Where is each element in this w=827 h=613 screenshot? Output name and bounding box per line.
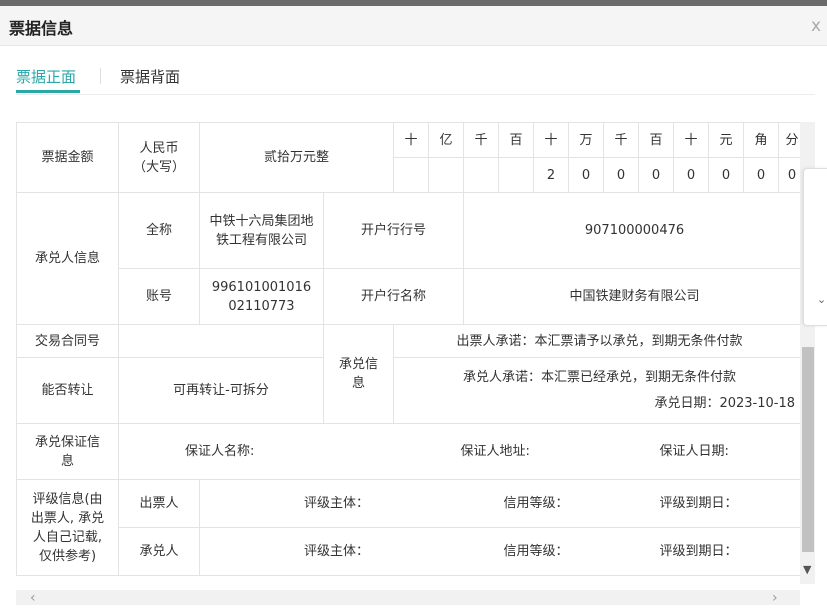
unit-cell: 角 bbox=[743, 122, 780, 158]
credit-level: 信用等级： bbox=[393, 527, 604, 576]
bank-number-label: 开户行行号 bbox=[322, 192, 465, 269]
rating-subject: 评级主体： bbox=[198, 527, 394, 576]
contract-label: 交易合同号 bbox=[16, 324, 119, 358]
acceptor-fullname: 中铁十六局集团地铁工程有限公司 bbox=[199, 192, 324, 269]
acceptor-promise: 承兑人承诺：本汇票已经承兑，到期无条件付款 bbox=[463, 369, 737, 385]
digit-cell: 0 bbox=[778, 157, 800, 193]
horizontal-scrollbar[interactable]: ‹ › bbox=[16, 590, 800, 606]
digit-cell: 2 bbox=[533, 157, 570, 193]
transfer-value: 可再转让-可拆分 bbox=[118, 357, 324, 424]
unit-cell: 元 bbox=[708, 122, 745, 158]
bank-name: 中国铁建财务有限公司 bbox=[463, 268, 800, 325]
tab-bill-back[interactable]: 票据背面 bbox=[120, 66, 180, 87]
unit-cell: 亿 bbox=[428, 122, 465, 158]
amount-label: 票据金额 bbox=[16, 122, 119, 193]
bank-name-label: 开户行名称 bbox=[322, 268, 465, 325]
guarantee-label: 承兑保证信息 bbox=[16, 423, 119, 480]
account-label: 账号 bbox=[118, 268, 200, 325]
chevron-down-icon[interactable]: ⌄ bbox=[817, 293, 826, 306]
unit-cell: 十 bbox=[533, 122, 570, 158]
unit-cell: 千 bbox=[463, 122, 500, 158]
scrollbar-thumb[interactable] bbox=[802, 347, 814, 552]
digit-cell: 0 bbox=[568, 157, 605, 193]
digit-cell: 0 bbox=[603, 157, 640, 193]
scroll-right-arrow-icon[interactable]: › bbox=[772, 590, 778, 606]
rating-expiry: 评级到期日： bbox=[603, 479, 800, 528]
rating-info-label: 评级信息(由出票人, 承兑人自己记载, 仅供参考) bbox=[16, 479, 119, 576]
bill-info-dialog: 票据信息 x 票据正面 票据背面 票据金额 人民币（大写） 贰拾万元整 十 亿 bbox=[0, 6, 827, 613]
fullname-label: 全称 bbox=[118, 192, 200, 269]
rating-party: 出票人 bbox=[118, 479, 200, 528]
digit-cell: 0 bbox=[638, 157, 675, 193]
digit-cell bbox=[498, 157, 535, 193]
side-panel-tab[interactable]: ⌄ bbox=[803, 168, 827, 326]
active-tab-indicator bbox=[16, 90, 80, 93]
guarantor-date: 保证人日期: bbox=[603, 423, 800, 480]
unit-cell: 分 bbox=[778, 122, 800, 158]
bank-number: 907100000476 bbox=[463, 192, 800, 269]
close-icon[interactable]: x bbox=[811, 16, 821, 36]
bill-table: 票据金额 人民币（大写） 贰拾万元整 十 亿 千 百 十 万 千 百 十 元 角… bbox=[16, 122, 800, 576]
tab-bar: 票据正面 票据背面 bbox=[16, 58, 815, 95]
rating-expiry: 评级到期日： bbox=[603, 527, 800, 576]
guarantor-address: 保证人地址: bbox=[378, 423, 604, 480]
unit-cell: 百 bbox=[498, 122, 535, 158]
dialog-titlebar: 票据信息 x bbox=[0, 6, 827, 46]
digit-cell bbox=[463, 157, 500, 193]
unit-cell: 万 bbox=[568, 122, 605, 158]
digit-cell bbox=[393, 157, 430, 193]
account-number: 99610100101602110773 bbox=[199, 268, 324, 325]
tab-bill-front[interactable]: 票据正面 bbox=[16, 66, 76, 87]
unit-cell: 十 bbox=[673, 122, 710, 158]
rating-party: 承兑人 bbox=[118, 527, 200, 576]
unit-cell: 千 bbox=[603, 122, 640, 158]
currency-label: 人民币（大写） bbox=[118, 122, 200, 193]
guarantor-name: 保证人名称: bbox=[118, 423, 379, 480]
acceptor-info-label: 承兑人信息 bbox=[16, 192, 119, 325]
digit-cell: 0 bbox=[673, 157, 710, 193]
scroll-down-arrow-icon[interactable]: ▼ bbox=[803, 563, 811, 576]
digit-cell: 0 bbox=[708, 157, 745, 193]
scroll-left-arrow-icon[interactable]: ‹ bbox=[30, 590, 36, 606]
contract-value bbox=[118, 324, 324, 358]
digit-cell bbox=[428, 157, 465, 193]
drawer-promise: 出票人承诺：本汇票请予以承兑，到期无条件付款 bbox=[393, 324, 800, 358]
tab-divider bbox=[100, 68, 101, 84]
credit-level: 信用等级： bbox=[393, 479, 604, 528]
unit-cell: 十 bbox=[393, 122, 430, 158]
bill-content: 票据金额 人民币（大写） 贰拾万元整 十 亿 千 百 十 万 千 百 十 元 角… bbox=[16, 122, 800, 578]
acceptor-promise-cell: 承兑人承诺：本汇票已经承兑，到期无条件付款 承兑日期：2023-10-18 bbox=[393, 357, 800, 424]
transfer-label: 能否转让 bbox=[16, 357, 119, 424]
acceptance-date: 承兑日期：2023-10-18 bbox=[654, 395, 796, 411]
dialog-title: 票据信息 bbox=[9, 19, 74, 38]
digit-cell: 0 bbox=[743, 157, 780, 193]
acceptance-info-label: 承兑信息 bbox=[322, 324, 395, 424]
rating-subject: 评级主体： bbox=[198, 479, 394, 528]
amount-in-words: 贰拾万元整 bbox=[198, 122, 395, 193]
unit-cell: 百 bbox=[638, 122, 675, 158]
